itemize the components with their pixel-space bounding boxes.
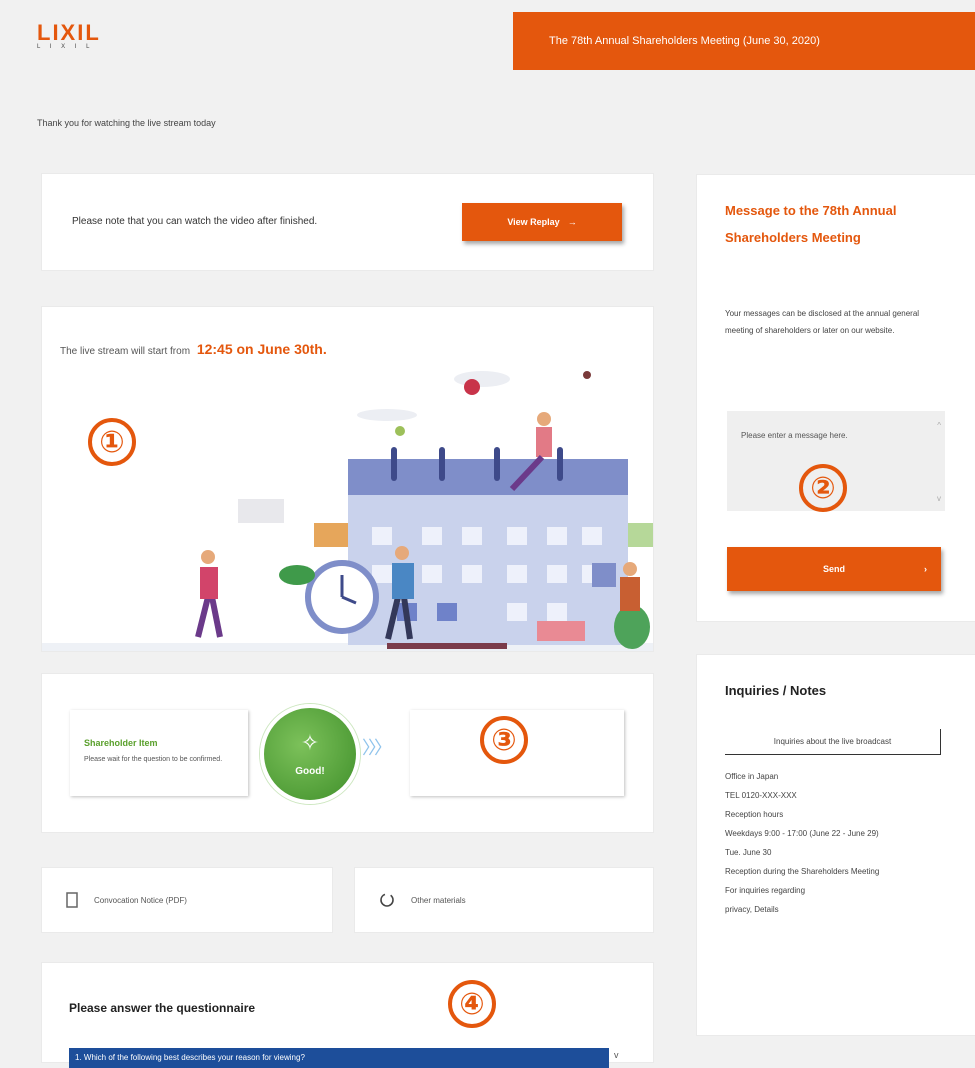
inq-line[interactable]: privacy, Details: [725, 900, 955, 919]
questionnaire-select[interactable]: 1. Which of the following best describes…: [69, 1048, 609, 1068]
scroll-down-icon[interactable]: v: [937, 494, 941, 503]
live-stream-card: The live stream will start from 12:45 on…: [42, 307, 653, 651]
inq-line: Office in Japan: [725, 772, 779, 781]
convocation-pdf-link[interactable]: Convocation Notice (PDF): [42, 868, 332, 932]
chevron-down-icon[interactable]: v: [614, 1050, 619, 1060]
inquiries-title: Inquiries / Notes: [725, 683, 827, 698]
good-badge: ✧ Good!: [260, 704, 360, 804]
view-replay-label: View Replay: [507, 217, 560, 227]
good-label: Good!: [295, 766, 325, 777]
inq-line: Tue. June 30: [725, 848, 772, 857]
other-row: Other materials: [379, 892, 466, 908]
questionnaire-title: Please answer the questionnaire: [69, 1001, 256, 1015]
thanks-text: Thank you for watching the live stream t…: [37, 118, 216, 128]
pdf-row: Convocation Notice (PDF): [66, 892, 187, 908]
send-message-button[interactable]: Send ›: [727, 547, 941, 591]
message-desc: Your messages can be disclosed at the an…: [725, 309, 920, 335]
message-title: Message to the 78th Annual Shareholders …: [725, 203, 897, 245]
inquiries-card: Inquiries / Notes Inquiries about the li…: [697, 655, 975, 1035]
chevrons-right-icon: 〉〉〉: [362, 738, 392, 758]
inq-line: For inquiries regarding: [725, 886, 806, 895]
lixil-logo[interactable]: LIXIL L I X I L: [37, 20, 101, 50]
marker-1: ①: [88, 418, 136, 466]
chevron-right-icon: ›: [924, 564, 927, 574]
other-materials-link[interactable]: Other materials: [355, 868, 653, 932]
scroll-up-icon[interactable]: ^: [937, 421, 941, 430]
marker-2: ②: [799, 464, 847, 512]
inquiries-text: Office in Japan TEL 0120-XXX-XXX Recepti…: [725, 767, 955, 919]
question-progress-card: Shareholder Item Please wait for the que…: [42, 674, 653, 832]
document-icon: [66, 892, 78, 908]
inq-line: TEL 0120-XXX-XXX: [725, 791, 797, 800]
step-desc: Please wait for the question to be confi…: [84, 756, 223, 763]
message-card: Message to the 78th Annual Shareholders …: [697, 175, 975, 621]
progress-step-1: Shareholder Item Please wait for the que…: [70, 710, 248, 796]
arrow-right-icon: →: [567, 217, 577, 227]
replay-note: Please note that you can watch the video…: [72, 216, 318, 227]
top-bar: LIXIL L I X I L The 78th Annual Sharehol…: [0, 0, 975, 70]
inq-line: Reception during the Shareholders Meetin…: [725, 867, 880, 876]
pdf-label: Convocation Notice (PDF): [94, 895, 187, 905]
refresh-icon: [380, 893, 394, 907]
calendar-illustration: [42, 371, 653, 651]
meeting-banner: The 78th Annual Shareholders Meeting (Ju…: [513, 12, 975, 70]
logo-sub: L I X I L: [37, 44, 94, 50]
inq-line: Reception hours: [725, 810, 784, 819]
marker-4: ④: [448, 980, 496, 1028]
step-title: Shareholder Item: [84, 738, 158, 748]
message-placeholder: Please enter a message here.: [741, 431, 848, 440]
inq-line: Weekdays 9:00 - 17:00 (June 22 - June 29…: [725, 829, 879, 838]
other-label: Other materials: [411, 895, 466, 905]
marker-3: ③: [480, 716, 528, 764]
logo-word: LIXIL: [37, 20, 101, 45]
send-label: Send: [822, 564, 845, 574]
view-replay-button[interactable]: View Replay →: [462, 203, 622, 241]
sparkle-icon: ✧: [300, 730, 320, 755]
inquiries-button[interactable]: Inquiries about the live broadcast: [725, 729, 941, 755]
